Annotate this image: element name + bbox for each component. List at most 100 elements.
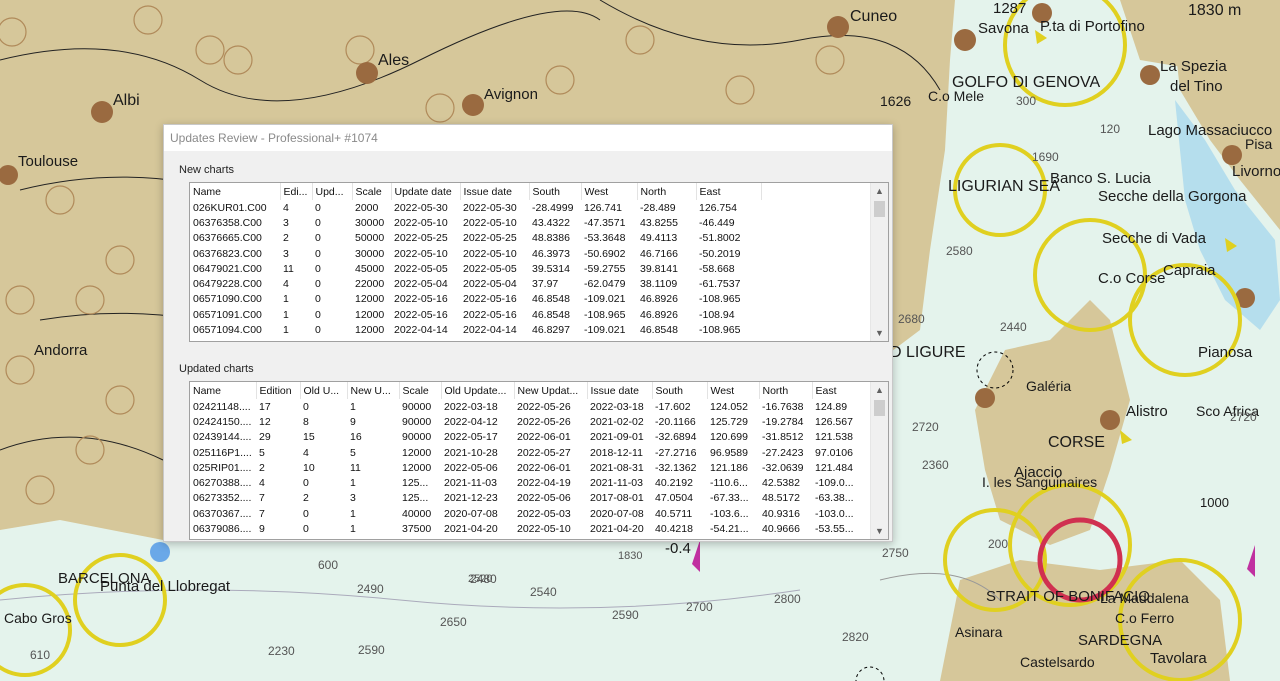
table-cell: 2022-05-05	[394, 262, 448, 275]
table-row[interactable]: 06571091.C00 1 0 12000 2022-05-16 2022-05-16 4…	[190, 307, 761, 322]
table-cell: 37.97	[532, 278, 559, 291]
table-row[interactable]: 06571090.C00 1 0 12000 2022-05-16 2022-05-16 4…	[190, 292, 761, 307]
table-cell: 06376823.C00	[193, 247, 262, 260]
column-header[interactable]: South	[652, 382, 708, 399]
column-header[interactable]: New U...	[347, 382, 400, 399]
table-row[interactable]: 06379086.... 9 0 1 37500 2021-04-20 2022-05-10…	[190, 521, 872, 536]
table-cell: 2022-05-30	[394, 201, 448, 214]
column-header[interactable]: Scale	[399, 382, 442, 399]
column-header[interactable]: Old Update...	[441, 382, 515, 399]
table-row[interactable]: 025116P1.... 5 4 5 12000 2021-10-28 2022-05-27…	[190, 445, 872, 460]
table-cell: -54.21...	[710, 523, 749, 536]
table-row[interactable]: 06376823.C00 3 0 30000 2022-05-10 2022-05-10 4…	[190, 246, 761, 261]
column-header[interactable]: South	[529, 183, 582, 200]
column-header[interactable]: Edition	[256, 382, 301, 399]
scroll-up-icon[interactable]: ▲	[871, 183, 888, 199]
scroll-thumb[interactable]	[874, 201, 885, 217]
table-row[interactable]: 06479021.C00 11 0 45000 2022-05-05 2022-05-05…	[190, 261, 761, 276]
updated-charts-grid[interactable]: Name Edition Old U... New U... Scale Old Upda…	[189, 381, 889, 540]
column-header[interactable]: Old U...	[300, 382, 348, 399]
scroll-up-icon[interactable]: ▲	[871, 382, 888, 398]
table-cell: -103.0...	[815, 507, 854, 520]
map-place-label: 2800	[774, 592, 801, 606]
table-cell: 15	[303, 431, 315, 444]
table-cell: 40.2192	[655, 477, 693, 490]
table-cell: 40000	[402, 507, 432, 520]
map-place-label: Alistro	[1126, 403, 1168, 420]
column-header[interactable]: Name	[190, 183, 281, 200]
table-row[interactable]: 02424150.... 12 8 9 90000 2022-04-12 2022-05-2…	[190, 414, 872, 429]
table-cell: 22000	[355, 278, 385, 291]
table-cell: -109.021	[584, 293, 626, 306]
column-header[interactable]: Update date	[391, 183, 461, 200]
table-row[interactable]: 02439144.... 29 15 16 90000 2022-05-17 2022-06…	[190, 430, 872, 445]
map-place-label: Pisa	[1245, 136, 1273, 152]
table-row[interactable]: 06370367.... 7 0 1 40000 2020-07-08 2022-05-03…	[190, 506, 872, 521]
table-row[interactable]: 026KUR01.C00 4 0 2000 2022-05-30 2022-05-30 -2…	[190, 200, 761, 215]
table-cell: 46.8926	[640, 308, 678, 321]
table-cell: 39.8141	[640, 262, 678, 275]
new-charts-scrollbar[interactable]: ▲ ▼	[870, 183, 888, 341]
table-cell: 1	[350, 400, 356, 413]
column-header[interactable]: New Updat...	[514, 382, 588, 399]
table-cell: 2021-02-02	[590, 415, 644, 428]
table-row[interactable]: 02421148.... 17 0 1 90000 2022-03-18 2022-05-2…	[190, 399, 872, 414]
table-row[interactable]: 025RIP01.... 2 10 11 12000 2022-05-06 2022-06-…	[190, 460, 872, 475]
table-cell: 2022-05-05	[463, 262, 517, 275]
table-cell: -28.4999	[532, 201, 574, 214]
map-place-label: I. les Sanguinaires	[982, 474, 1098, 490]
table-cell: 12	[259, 415, 271, 428]
table-cell: 126.567	[815, 415, 853, 428]
column-header[interactable]: East	[696, 183, 762, 200]
scroll-thumb[interactable]	[874, 400, 885, 416]
table-row[interactable]: 06270388.... 4 0 1 125... 2021-11-03 2022-04-1…	[190, 475, 872, 490]
column-header[interactable]: Upd...	[312, 183, 353, 200]
map-place-label: 300	[1016, 94, 1037, 108]
map-place-label: SARDEGNA	[1078, 632, 1163, 649]
column-header[interactable]: East	[812, 382, 873, 399]
column-header[interactable]: West	[581, 183, 638, 200]
table-cell: 2	[303, 492, 309, 505]
column-header[interactable]: West	[707, 382, 760, 399]
table-cell: 0	[315, 308, 321, 321]
map-place-label: 2590	[612, 608, 639, 622]
map-place-label: Capraia	[1163, 262, 1216, 279]
table-cell: -108.965	[699, 293, 741, 306]
table-cell: 90000	[402, 415, 432, 428]
map-place-label: 2700	[686, 600, 713, 614]
table-cell: 30000	[355, 216, 385, 229]
column-header[interactable]: Issue date	[460, 183, 530, 200]
map-place-label: LIGURIAN SEA	[948, 178, 1061, 195]
table-cell: 9	[259, 523, 265, 536]
table-cell: 2021-08-31	[590, 461, 644, 474]
table-cell: 2022-05-27	[517, 446, 571, 459]
scroll-down-icon[interactable]: ▼	[871, 325, 888, 341]
column-header[interactable]: North	[759, 382, 813, 399]
column-header[interactable]: North	[637, 183, 697, 200]
table-cell: 37500	[402, 523, 432, 536]
table-row[interactable]: 06479228.C00 4 0 22000 2022-05-04 2022-05-04 3…	[190, 276, 761, 291]
column-header[interactable]: Issue date	[587, 382, 653, 399]
updated-charts-scrollbar[interactable]: ▲ ▼	[870, 382, 888, 539]
map-place-label: 610	[30, 648, 51, 662]
table-cell: -67.33...	[710, 492, 749, 505]
table-cell: 06479021.C00	[193, 262, 262, 275]
map-place-label: 1287	[993, 0, 1027, 17]
map-place-label: Ales	[378, 52, 410, 69]
table-cell: 2022-05-16	[394, 293, 448, 306]
column-header[interactable]: Edi...	[280, 183, 313, 200]
table-cell: 06479228.C00	[193, 278, 262, 291]
column-header[interactable]: Name	[190, 382, 257, 399]
table-row[interactable]: 06571094.C00 1 0 12000 2022-04-14 2022-04-14 4…	[190, 322, 761, 337]
column-header[interactable]: Scale	[352, 183, 392, 200]
table-row[interactable]: 06376665.C00 2 0 50000 2022-05-25 2022-05-25 4…	[190, 231, 761, 246]
map-place-label: 2680	[898, 312, 925, 326]
map-place-label: Albi	[113, 92, 140, 109]
new-charts-grid[interactable]: Name Edi... Upd... Scale Update date Issue da…	[189, 182, 889, 342]
table-row[interactable]: 06273352.... 7 2 3 125... 2021-12-23 2022-05-0…	[190, 491, 872, 506]
map-place-label: Banco S. Lucia	[1050, 170, 1151, 187]
table-row[interactable]: 06376358.C00 3 0 30000 2022-05-10 2022-05-10 4…	[190, 215, 761, 230]
table-cell: 06571091.C00	[193, 308, 262, 321]
scroll-down-icon[interactable]: ▼	[871, 523, 888, 539]
table-cell: 2022-05-04	[394, 278, 448, 291]
